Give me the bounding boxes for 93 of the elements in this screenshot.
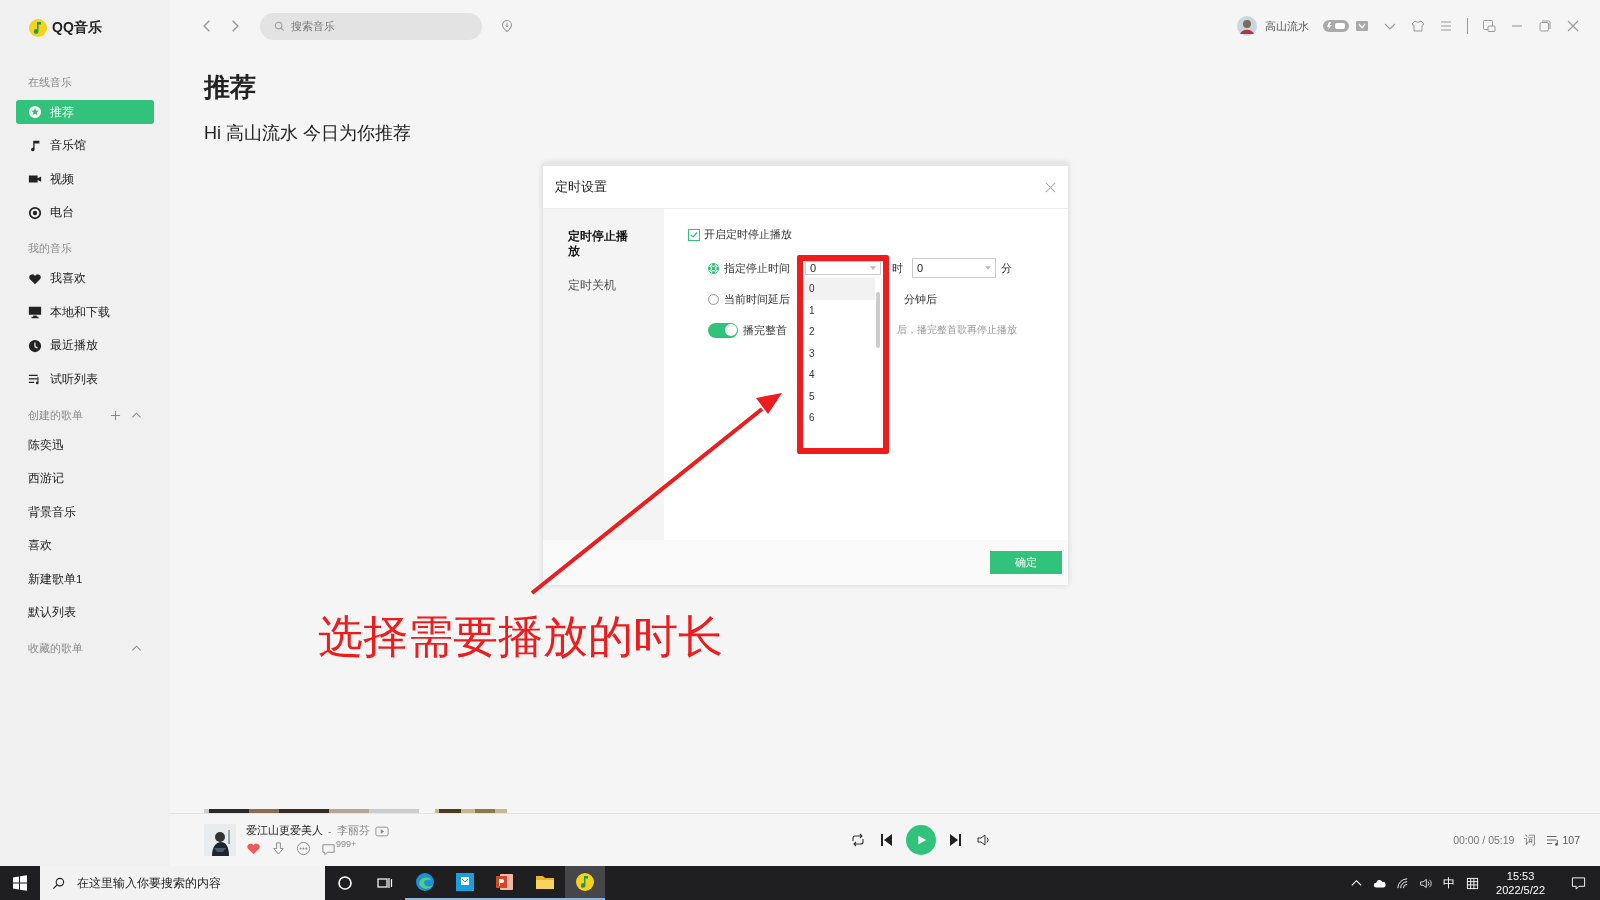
playlist-count[interactable]: 107 xyxy=(1562,834,1580,846)
volume-icon[interactable] xyxy=(1419,876,1433,890)
sidebar-item[interactable]: 西游记 xyxy=(16,466,154,491)
shirt-icon[interactable] xyxy=(1411,19,1425,33)
separator-text: - xyxy=(328,825,332,837)
sidebar-item[interactable]: 默认列表 xyxy=(16,600,154,625)
hint-text: 后，播完整首歌再停止播放 xyxy=(897,323,1017,337)
sidebar-item[interactable]: 音乐馆 xyxy=(16,133,154,158)
user-name[interactable]: 高山流水 xyxy=(1265,18,1309,34)
dropdown-option[interactable]: 0 xyxy=(803,278,875,300)
input-method-indicator[interactable]: 中 xyxy=(1443,874,1456,892)
dialog-tab[interactable]: 定时关机 xyxy=(543,272,664,299)
sidebar-item[interactable]: 喜欢 xyxy=(16,533,154,558)
vip-badge-icon[interactable] xyxy=(1355,19,1369,33)
dialog-tab[interactable]: 定时停止播放 xyxy=(543,223,664,265)
menu-icon[interactable] xyxy=(1439,19,1453,33)
radio-label[interactable]: 当前时间延后 xyxy=(724,291,790,307)
unit-label: 时 xyxy=(892,260,903,276)
keyboard-grid-icon[interactable] xyxy=(1466,876,1480,890)
maximize-icon[interactable] xyxy=(1538,19,1552,33)
app-logo-text: QQ音乐 xyxy=(52,19,102,37)
caret-icon xyxy=(870,266,876,270)
minute-select[interactable]: 0 xyxy=(912,258,996,278)
comment-icon[interactable] xyxy=(321,841,336,856)
toggle-switch[interactable] xyxy=(708,322,738,338)
toggle-label[interactable]: 播完整首 xyxy=(743,322,787,338)
playlist-icon[interactable] xyxy=(1546,833,1561,847)
sidebar-item[interactable]: 本地和下载 xyxy=(16,300,154,324)
more-icon[interactable] xyxy=(296,841,311,856)
artist-name[interactable]: 李丽芬 xyxy=(336,824,370,838)
hour-select[interactable]: 0 xyxy=(805,261,881,275)
sidebar-item[interactable]: 新建歌单1 xyxy=(16,567,154,591)
voice-search-icon[interactable] xyxy=(500,19,514,33)
wifi-icon[interactable] xyxy=(1396,876,1410,890)
sidebar-item[interactable]: 电台 xyxy=(16,200,154,225)
close-icon[interactable] xyxy=(1566,19,1580,33)
checkbox-label[interactable]: 开启定时停止播放 xyxy=(704,227,792,242)
radio-label[interactable]: 指定停止时间 xyxy=(724,260,790,276)
mini-player-icon[interactable] xyxy=(1482,19,1496,33)
clock-icon xyxy=(28,338,42,353)
next-icon[interactable] xyxy=(947,832,964,848)
play-button[interactable] xyxy=(905,825,936,855)
taskbar-search-field[interactable]: 在这里输入你要搜索的内容 xyxy=(40,866,325,900)
playback-time: 00:00 / 05:19 xyxy=(1453,834,1515,846)
notification-icon[interactable] xyxy=(1571,875,1586,891)
comment-count: 999+ xyxy=(336,838,357,849)
clock-date[interactable]: 2022/5/22 xyxy=(1496,883,1545,897)
volume-icon[interactable] xyxy=(975,832,992,848)
sidebar-item[interactable]: 陈奕迅 xyxy=(16,433,154,457)
level-badge-icon[interactable] xyxy=(1323,20,1349,32)
logo-icon xyxy=(28,18,48,38)
task-view-icon[interactable] xyxy=(377,875,393,891)
section-title: 我的音乐 xyxy=(28,241,73,256)
section-title: 在线音乐 xyxy=(28,74,73,90)
search-field[interactable]: 搜索音乐 xyxy=(260,12,482,40)
heart-icon xyxy=(28,271,42,286)
section-title: 收藏的歌单 xyxy=(28,641,84,656)
cortana-icon[interactable] xyxy=(337,875,353,891)
unit-label: 分钟后 xyxy=(904,291,937,307)
page-title: 推荐 xyxy=(204,71,257,104)
music-app-icon[interactable] xyxy=(565,866,605,900)
song-title[interactable]: 爱江山更爱美人 xyxy=(246,824,323,838)
sidebar-item[interactable]: 最近播放 xyxy=(16,333,154,358)
scrollbar-thumb[interactable] xyxy=(876,292,880,348)
radio-button[interactable] xyxy=(708,262,719,274)
sidebar-item[interactable]: 视频 xyxy=(16,167,154,191)
lyrics-button[interactable]: 词 xyxy=(1524,831,1537,849)
search-icon xyxy=(274,20,285,32)
checkbox[interactable] xyxy=(688,228,700,241)
clock-time[interactable]: 15:53 xyxy=(1506,869,1535,883)
avatar-icon[interactable] xyxy=(1237,16,1257,36)
heart-icon[interactable] xyxy=(246,841,261,856)
sidebar-item[interactable]: 试听列表 xyxy=(16,367,154,391)
dialog-title: 定时设置 xyxy=(555,178,608,196)
download-icon[interactable] xyxy=(271,841,286,856)
star-icon xyxy=(28,105,42,119)
annotation-text: 选择需要播放的时长 xyxy=(318,610,723,664)
sidebar-item[interactable]: 背景音乐 xyxy=(16,500,154,524)
sidebar-item[interactable]: 我喜欢 xyxy=(16,266,154,291)
list-icon xyxy=(28,372,42,386)
mv-icon[interactable] xyxy=(374,825,389,837)
unit-label: 分 xyxy=(1001,260,1012,276)
search-icon xyxy=(52,876,65,890)
section-title: 创建的歌单 xyxy=(28,407,84,423)
close-icon[interactable] xyxy=(1045,181,1056,193)
caret-icon xyxy=(985,266,991,270)
radio-icon xyxy=(28,205,42,220)
music-note-icon xyxy=(28,138,42,153)
repeat-icon[interactable] xyxy=(849,832,866,848)
add-icon[interactable] xyxy=(110,409,121,421)
greeting-text: Hi 高山流水 今日为你推荐 xyxy=(204,122,412,145)
monitor-icon xyxy=(28,305,42,319)
windows-start-icon[interactable] xyxy=(12,875,28,891)
